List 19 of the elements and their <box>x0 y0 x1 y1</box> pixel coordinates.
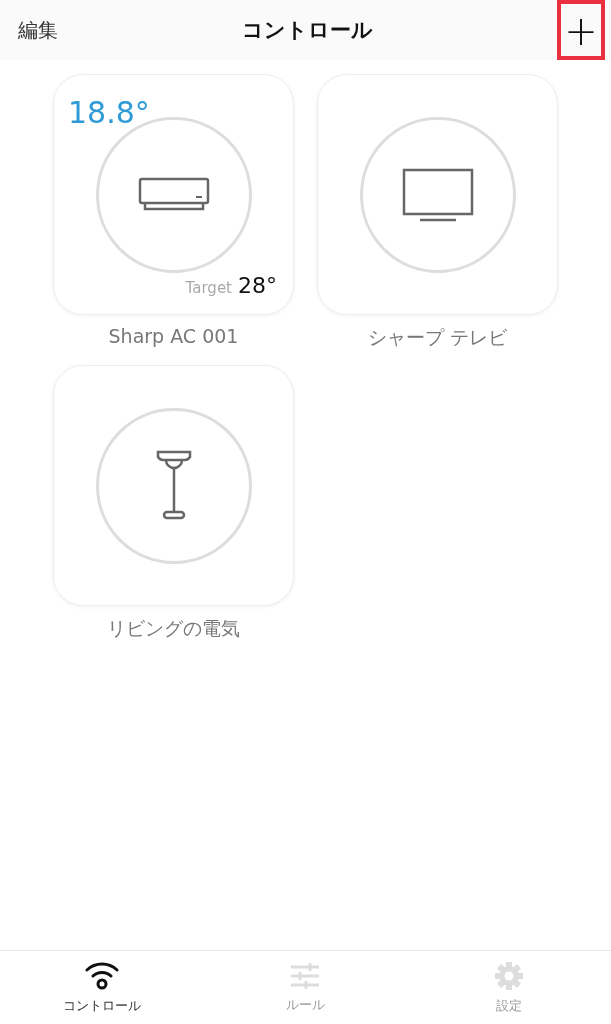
television-icon <box>401 167 474 222</box>
device-name: シャープ テレビ <box>367 325 507 350</box>
sliders-icon <box>290 961 321 990</box>
add-button[interactable]: + <box>557 0 605 60</box>
floor-lamp-icon <box>155 449 192 522</box>
target-label: Target <box>185 279 232 297</box>
air-conditioner-icon <box>137 176 210 213</box>
edit-button[interactable]: 編集 <box>18 16 58 44</box>
device-name: Sharp AC 001 <box>108 325 239 349</box>
wifi-icon <box>84 960 119 991</box>
settings-icon <box>494 960 525 991</box>
target-temperature: 28° <box>238 273 277 298</box>
device-card[interactable]: 18.8° Target 28° <box>53 74 294 315</box>
device-card[interactable] <box>317 74 558 315</box>
device-card[interactable] <box>53 365 294 606</box>
device-name: リビングの電気 <box>107 616 240 641</box>
screen-title: コントロール <box>242 17 373 44</box>
tab-item[interactable]: コントロール <box>0 951 204 1024</box>
current-temperature: 18.8° <box>68 95 150 130</box>
